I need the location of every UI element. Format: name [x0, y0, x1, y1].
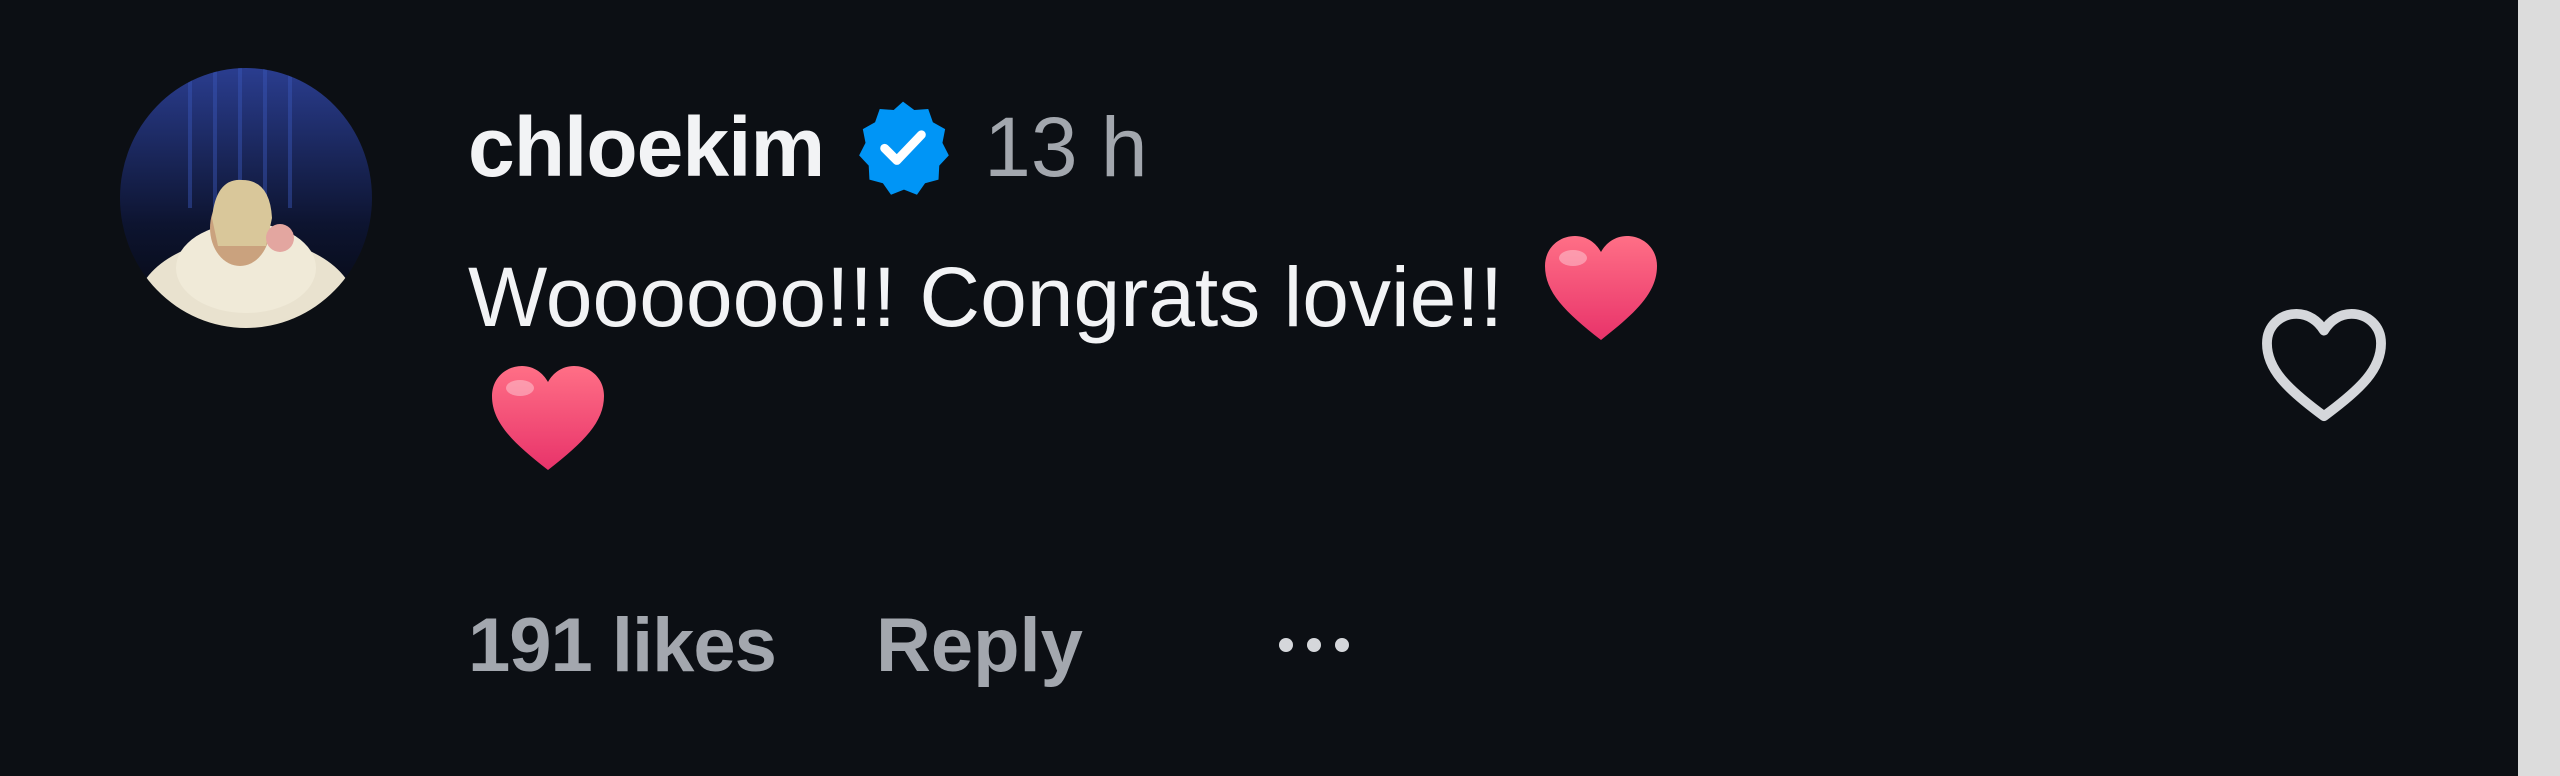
comment-header: chloekim 13 h	[468, 82, 1148, 212]
comment-body: Woooooo!!! Congrats lovie!!	[468, 232, 2068, 492]
avatar-image	[120, 68, 372, 328]
user-avatar[interactable]	[120, 68, 372, 328]
like-comment-button[interactable]	[2258, 306, 2390, 424]
more-dot	[1278, 638, 1293, 652]
window-edge	[2518, 0, 2560, 776]
heart-outline-icon	[2262, 308, 2386, 422]
username-link[interactable]: chloekim	[468, 99, 825, 196]
red-heart-emoji	[1541, 232, 1661, 344]
reply-button[interactable]: Reply	[876, 602, 1083, 689]
comment-timestamp[interactable]: 13 h	[984, 99, 1148, 196]
comment-text: Woooooo!!! Congrats lovie!!	[468, 250, 1504, 344]
more-dot	[1306, 638, 1321, 652]
more-options-icon[interactable]	[1278, 638, 1349, 652]
red-heart-emoji	[488, 362, 608, 474]
more-dot	[1334, 638, 1349, 652]
comment-actions: 191 likes Reply	[468, 590, 1349, 700]
verified-badge-icon	[854, 98, 952, 196]
likes-count[interactable]: 191 likes	[468, 602, 777, 689]
